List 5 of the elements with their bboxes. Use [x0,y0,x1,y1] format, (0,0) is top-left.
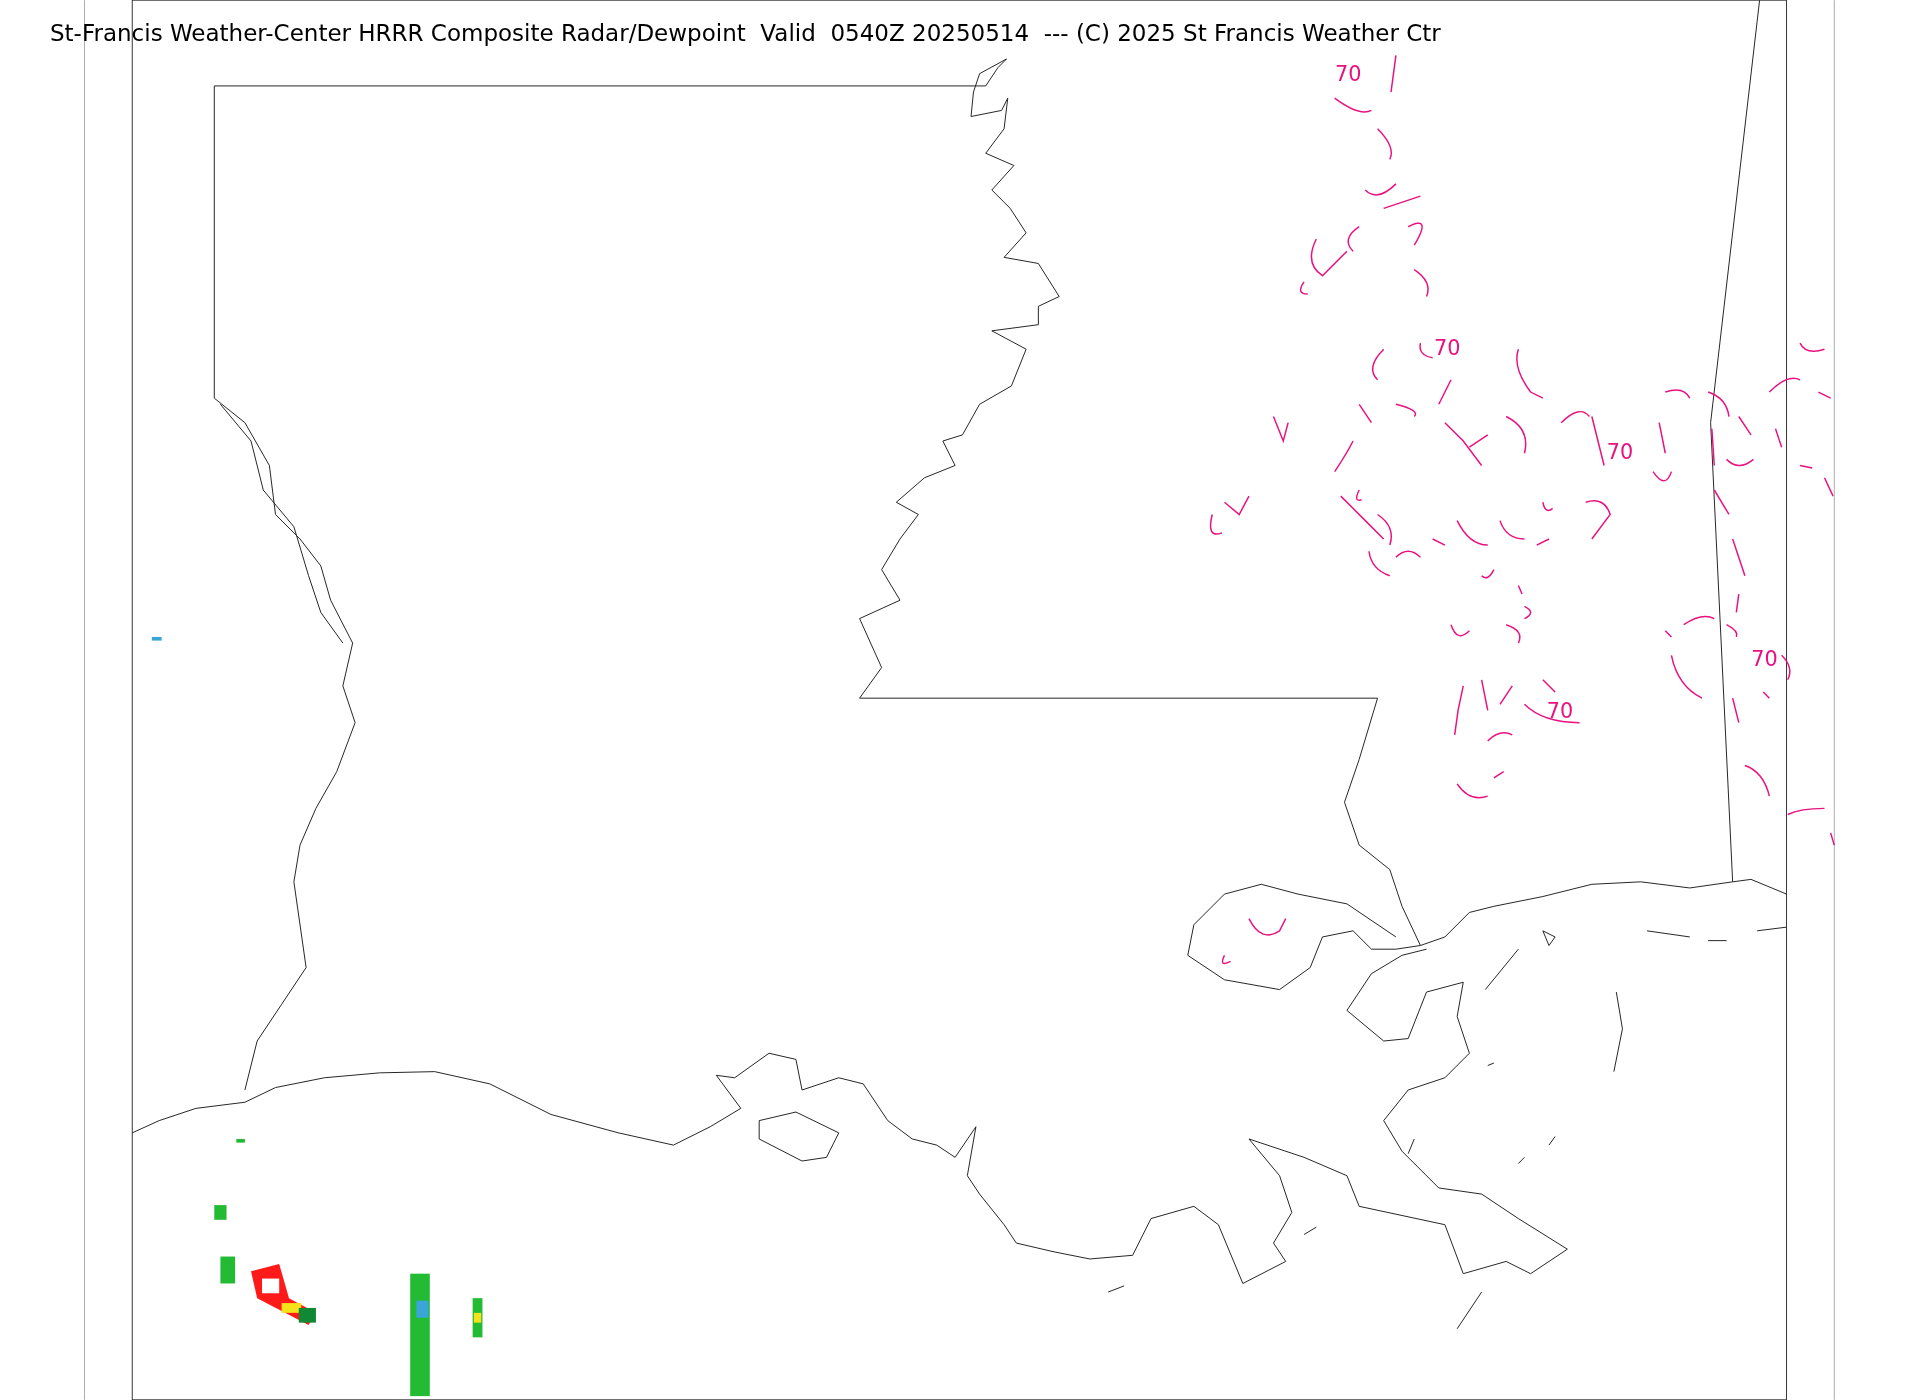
contour-label: 70 [1751,647,1778,672]
contour-label: 70 [1546,698,1574,723]
contour-label: 70 [1434,336,1461,361]
contour-label: 70 [1606,440,1634,465]
contour-label: 70 [1334,62,1362,86]
